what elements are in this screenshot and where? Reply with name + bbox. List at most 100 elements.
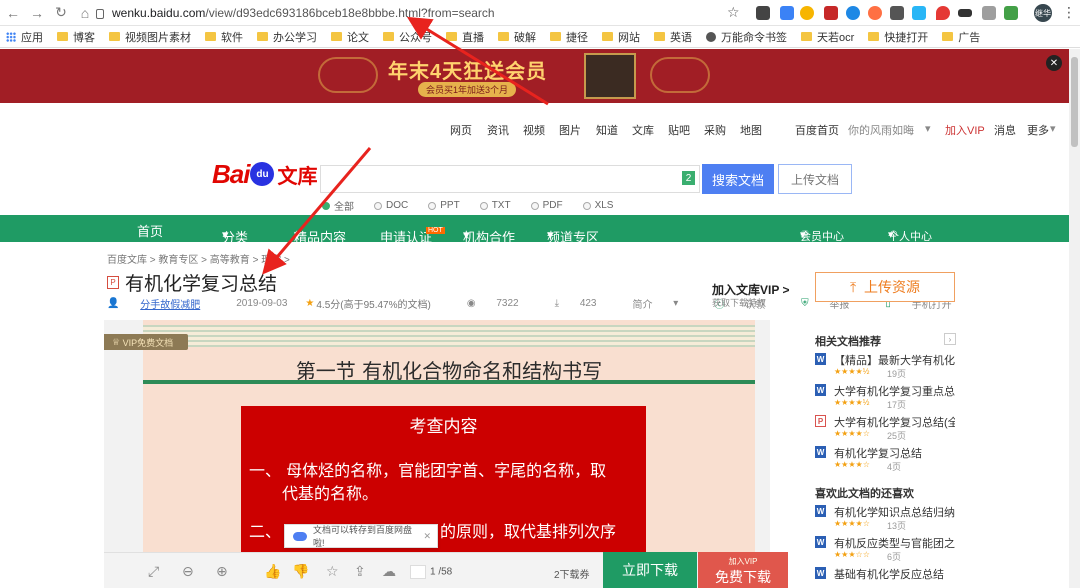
rating-stars: ★★★☆☆ [834,550,870,559]
home-icon[interactable]: ⌂ [74,2,96,24]
free-download-button[interactable]: 加入VIP 免费下载 [698,552,788,588]
extension-icon[interactable] [780,6,794,20]
breadcrumb[interactable]: 百度文库 > 教育专区 > 高等教育 > 理学 > [107,251,290,266]
nav-link-video[interactable]: 视频 [523,122,545,138]
filter-xls[interactable]: XLS [582,198,613,213]
extension-icon[interactable] [958,9,972,17]
join-vip-link[interactable]: 加入VIP [945,122,985,138]
thumbs-down-icon[interactable]: 👎 [292,563,309,580]
folder-icon [383,32,394,41]
extension-icon[interactable] [1004,6,1018,20]
bookmark-apps[interactable]: 应用 [6,29,43,45]
save-cloud-icon[interactable]: ☁ [382,563,396,580]
bookmark-item[interactable]: 快捷打开 [868,29,928,45]
user-name[interactable]: 你的风雨如晦 [848,122,914,138]
word-file-icon: W [815,567,826,579]
filter-ppt[interactable]: PPT [428,198,460,213]
page-indicator[interactable]: 1 /58 [410,565,452,579]
chevron-down-icon: ▾ [925,123,931,135]
bookmark-item[interactable]: 破解 [498,29,536,45]
profile-avatar[interactable]: 继华 [1034,4,1052,22]
filter-doc[interactable]: DOC [374,198,408,213]
globe-icon [706,31,716,42]
zoom-in-icon[interactable]: ⊕ [216,563,228,580]
more-link[interactable]: 更多 [1027,122,1049,138]
upload-doc-button[interactable]: 上传文档 [778,164,852,194]
folder-icon [257,32,268,41]
doc-type-filters: 全部 DOC PPT TXT PDF XLS [322,198,633,213]
url-host: wenku.baidu.com [112,6,206,20]
nav-link-home[interactable]: 百度首页 [795,122,839,138]
filter-pdf[interactable]: PDF [530,198,563,213]
favorite-star-icon[interactable]: ☆ [326,563,339,580]
nav-link-zhidao[interactable]: 知道 [596,122,618,138]
filter-txt[interactable]: TXT [479,198,511,213]
radio-icon [428,201,437,210]
bookmark-item[interactable]: 博客 [57,29,95,45]
extension-icon[interactable] [800,6,814,20]
extension-icon[interactable] [824,6,838,20]
nav-link-caigou[interactable]: 采购 [704,122,726,138]
folder-icon [602,32,613,41]
bookmark-item[interactable]: 公众号 [383,29,432,45]
upload-resource-button[interactable]: ⤒ 上传资源 [815,272,955,302]
extension-icon[interactable] [756,6,770,20]
bookmark-item[interactable]: 视频图片素材 [109,29,191,45]
download-count: ⤓ 423 [554,298,597,309]
nav-link-tieba[interactable]: 贴吧 [668,122,690,138]
extension-icon[interactable] [868,6,882,20]
bookmark-item[interactable]: 办公学习 [257,29,317,45]
intro-toggle[interactable]: 简介 ▾ [633,296,697,311]
bookmark-item[interactable]: 广告 [942,29,980,45]
bookmark-item[interactable]: 软件 [205,29,243,45]
extension-icon[interactable] [912,6,926,20]
bookmark-item[interactable]: 天若ocr [801,29,854,45]
bookmark-item[interactable]: 直播 [446,29,484,45]
save-to-pan-tooltip[interactable]: 文档可以转存到百度网盘啦! ✕ [284,524,438,548]
thumbs-up-icon[interactable]: 👍 [264,563,281,580]
doc-title-row: P 有机化学复习总结 [107,269,277,296]
extension-icon[interactable] [846,6,860,20]
search-docs-button[interactable]: 搜索文档 [702,164,774,194]
forward-icon[interactable]: → [26,2,48,24]
bookmark-item[interactable]: 网站 [602,29,640,45]
share-icon[interactable]: ⇪ [354,563,366,580]
gift-box-image [584,53,636,99]
page-input[interactable] [410,565,426,579]
bookmark-item[interactable]: 捷径 [550,29,588,45]
scrollbar-thumb[interactable] [1071,57,1078,147]
bookmark-item[interactable]: 论文 [331,29,369,45]
baidu-wenku-logo[interactable]: Bai du 文库 [212,156,317,192]
extension-icon[interactable] [936,6,950,20]
bookmark-star-icon[interactable]: ☆ [727,4,740,21]
word-file-icon: W [815,384,826,396]
filter-all[interactable]: 全部 [322,198,354,213]
fullscreen-icon[interactable]: ⤢ [148,563,159,580]
nav-link-image[interactable]: 图片 [559,122,581,138]
search-input[interactable] [320,165,700,193]
download-now-button[interactable]: 立即下载 [603,552,697,588]
messages-link[interactable]: 消息 [994,122,1016,138]
radio-icon [582,201,591,210]
nav-link-news[interactable]: 资讯 [487,122,509,138]
reload-icon[interactable]: ↻ [50,2,72,24]
back-icon[interactable]: ← [2,2,24,24]
url-field[interactable]: wenku.baidu.com/view/d93edc693186bceb18e… [96,3,746,23]
close-icon[interactable]: ✕ [423,531,431,542]
zoom-out-icon[interactable]: ⊖ [182,563,194,580]
bookmark-item[interactable]: 万能命令书签 [706,29,787,45]
nav-link-map[interactable]: 地图 [740,122,762,138]
chevron-right-icon[interactable]: › [944,333,956,345]
folder-icon [942,32,954,41]
extension-icon[interactable] [890,6,904,20]
extension-icon[interactable] [982,6,996,20]
nav-link-wenku[interactable]: 文库 [632,122,654,138]
page-scrollbar[interactable] [1069,49,1080,588]
nav-home[interactable]: 首页 [137,221,163,240]
promo-banner[interactable]: 年末4天狂送会员 会员买1年加送3个月 ✕ [0,49,1080,103]
banner-close-icon[interactable]: ✕ [1046,55,1062,71]
nav-link-web[interactable]: 网页 [450,122,472,138]
bookmark-item[interactable]: 英语 [654,29,692,45]
more-menu-icon[interactable]: ⋮ [1062,4,1076,21]
author[interactable]: 👤 分手故假减肥 [107,296,218,311]
